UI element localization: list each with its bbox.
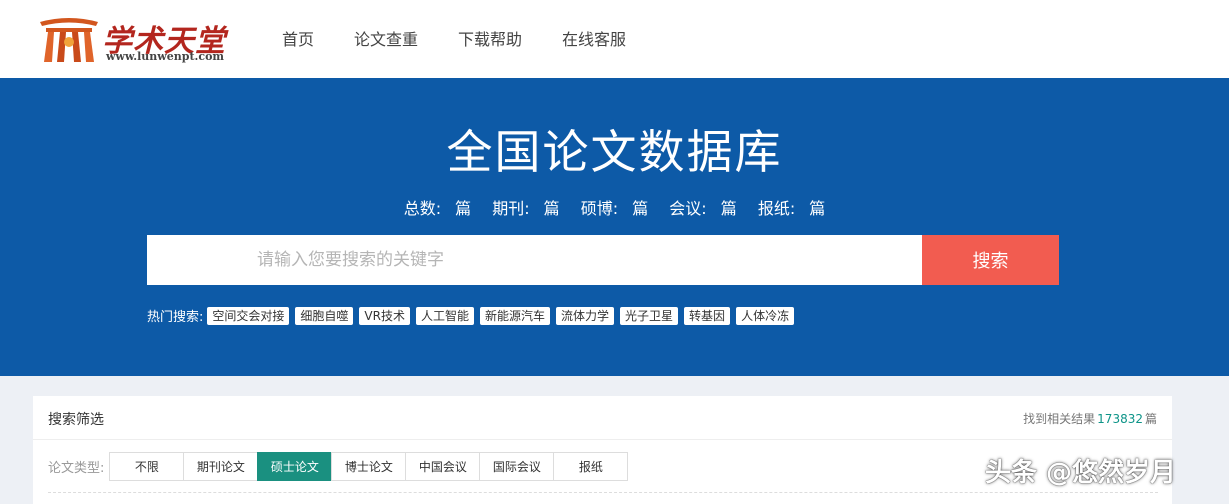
hot-tag[interactable]: VR技术 [359,306,410,325]
stat-thesis: 硕博: 篇 [580,199,649,218]
hot-tag[interactable]: 转基因 [684,306,731,325]
stats-row: 总数: 篇 期刊: 篇 硕博: 篇 会议: 篇 报纸: 篇 [0,195,1229,219]
hot-tag[interactable]: 新能源汽车 [480,306,551,325]
filter-title: 搜索筛选 [48,412,104,428]
result-summary: 找到相关结果 173832 篇 [1023,412,1157,426]
search-input[interactable] [147,235,922,285]
hot-tag[interactable]: 细胞自噬 [295,306,354,325]
type-option-journal[interactable]: 期刊论文 [183,452,259,481]
search-box: 搜索 [147,235,1059,285]
hero-banner: 全国论文数据库 总数:篇 期刊:篇 硕博:篇 会议:篇 报纸:篇 搜索 热门搜索… [0,78,1229,376]
paper-type-filter: 论文类型: 不限 期刊论文 硕士论文 博士论文 中国会议 国际会议 报纸 [48,452,629,481]
filter-panel-header: 搜索筛选 找到相关结果 173832 篇 [33,396,1172,440]
hot-searches-label: 热门搜索: [147,310,204,325]
type-option-master-thesis[interactable]: 硕士论文 [257,452,333,481]
hot-tag[interactable]: 人工智能 [415,306,474,325]
main-nav: 首页 论文查重 下载帮助 在线客服 [282,26,666,50]
nav-home[interactable]: 首页 [282,26,314,50]
hot-tag[interactable]: 流体力学 [556,306,615,325]
stat-journal: 期刊: 篇 [492,199,560,218]
logo-url: www.lunwenpt.com [106,50,225,63]
nav-online-service[interactable]: 在线客服 [562,26,626,50]
logo-gate-icon [40,18,98,62]
nav-download-help[interactable]: 下载帮助 [458,26,522,50]
type-option-china-conference[interactable]: 中国会议 [405,452,481,481]
hot-tag[interactable]: 空间交会对接 [207,306,290,325]
nav-plagiarism-check[interactable]: 论文查重 [354,26,418,50]
stat-total: 总数: 篇 [403,199,472,218]
hot-tag[interactable]: 人体冷冻 [736,306,795,325]
type-option-doctoral-thesis[interactable]: 博士论文 [331,452,407,481]
search-button[interactable]: 搜索 [922,235,1059,285]
hot-tag[interactable]: 光子卫星 [620,306,679,325]
type-option-newspaper[interactable]: 报纸 [553,452,629,481]
result-count: 173832 [1097,412,1143,426]
stat-conference: 会议: 篇 [669,199,737,218]
type-option-any[interactable]: 不限 [109,452,185,481]
hot-searches: 热门搜索: 空间交会对接 细胞自噬 VR技术 人工智能 新能源汽车 流体力学 光… [147,306,800,325]
watermark: 头条 @悠然岁月 [985,458,1177,488]
hero-title: 全国论文数据库 [446,125,783,179]
header: 学术天堂 www.lunwenpt.com 首页 论文查重 下载帮助 在线客服 [0,0,1229,78]
divider [48,492,1158,493]
type-option-intl-conference[interactable]: 国际会议 [479,452,555,481]
stat-newspaper: 报纸: 篇 [757,199,826,218]
paper-type-label: 论文类型: [48,461,105,476]
site-logo[interactable]: 学术天堂 www.lunwenpt.com [38,12,238,68]
